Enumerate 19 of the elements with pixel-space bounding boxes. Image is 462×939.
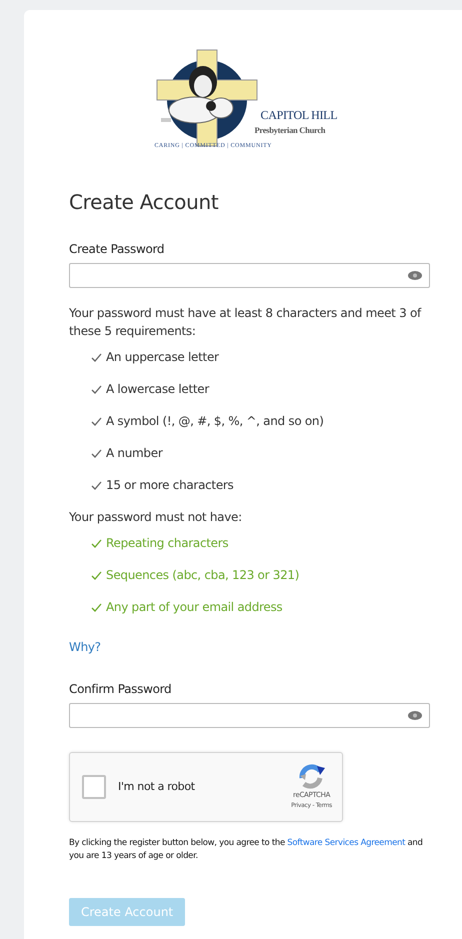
restrictions-text: Your password must not have: — [69, 509, 243, 526]
requirement-text: An uppercase letter — [106, 349, 219, 366]
page-heading: Create Account — [69, 190, 220, 214]
requirement-text: Repeating characters — [106, 535, 228, 552]
requirement-text: 15 or more characters — [106, 477, 234, 494]
agreement-text: By clicking the register button below, you agree to the Software Services Agreement and you are 13 years of age or older. — [69, 837, 424, 862]
church-subtitle-text: Presbyterian Church — [254, 124, 326, 137]
requirement-text: A number — [106, 445, 162, 462]
requirement-text: Any part of your email address — [106, 599, 282, 616]
field-label: Create Password — [69, 241, 164, 258]
requirement-text: Sequences (abc, cba, 123 or 321) — [106, 567, 300, 584]
captcha-label: I'm not a robot — [118, 778, 196, 795]
church-name-text: CAPITOL HILL — [260, 107, 338, 124]
requirement-text: A lowercase letter — [106, 381, 210, 398]
requirements-text: Your password must have at least 8 characters and meet 3 of these 5 requirements: — [69, 305, 422, 340]
agreement-link[interactable]: Software Services Agreement — [287, 838, 406, 848]
why-link[interactable]: Why? — [69, 638, 101, 656]
field-label: Confirm Password — [69, 681, 172, 698]
requirement-text: A symbol (!, @, #, $, %, ^, and so on) — [106, 413, 324, 430]
